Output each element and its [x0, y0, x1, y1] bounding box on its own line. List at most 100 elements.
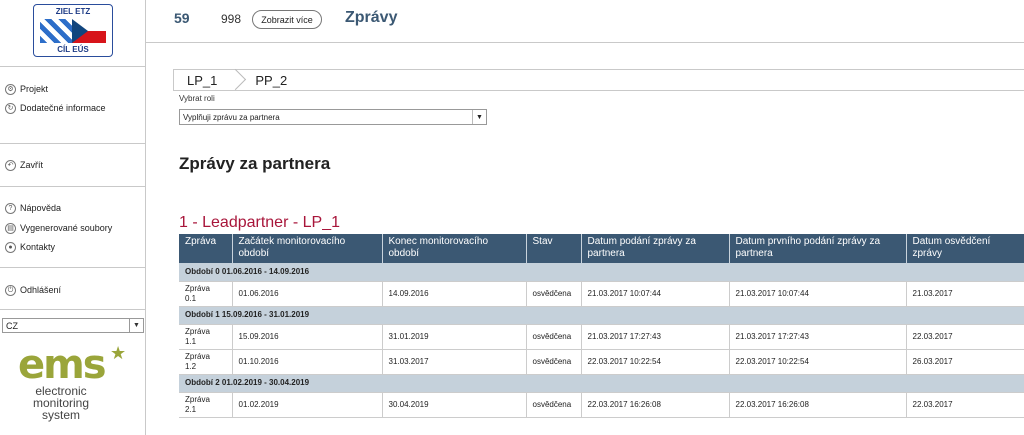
column-header[interactable]: Zpráva — [179, 234, 233, 263]
language-select[interactable]: CZ ▼ — [2, 318, 144, 333]
period-label: Období 2 01.02.2019 - 30.04.2019 — [179, 374, 1024, 393]
sidebar-item-label: Nápověda — [20, 203, 62, 213]
period-row: Období 2 01.02.2019 - 30.04.2019 — [179, 374, 1024, 393]
sidebar-item-label: Kontakty — [20, 242, 56, 252]
sidebar-divider — [0, 309, 145, 310]
status-cell: osvědčena — [526, 392, 582, 418]
table-row[interactable]: Zpráva 1.1 15.09.2016 31.01.2019 osvědčen… — [179, 324, 1024, 350]
period-label: Období 1 15.09.2016 - 31.01.2019 — [179, 306, 1024, 325]
table-header-row: Zpráva Začátek monitorovacího období Kon… — [179, 234, 1024, 263]
breadcrumb: LP_1 PP_2 — [173, 69, 1024, 91]
end-cell: 30.04.2019 — [382, 392, 527, 418]
sidebar-divider — [0, 267, 145, 268]
sidebar-item-label: Vygenerované soubory — [20, 223, 113, 233]
certified-cell: 22.03.2017 — [906, 392, 1024, 418]
period-label: Období 0 01.06.2016 - 14.09.2016 — [179, 263, 1024, 282]
report-cell: Zpráva 1.1 — [179, 324, 233, 350]
sidebar-item-kontakty[interactable]: ● Kontakty — [5, 240, 55, 254]
column-header[interactable]: Stav — [526, 234, 582, 263]
column-header[interactable]: Začátek monitorovacího období — [232, 234, 383, 263]
report-cell: Zpráva 0.1 — [179, 281, 233, 307]
sidebar: ZIEL ETZ CÍL EÚS ⚙ Projekt ↻ Dodatečné i… — [0, 0, 146, 435]
submitted-cell: 21.03.2017 17:27:43 — [581, 324, 730, 350]
partner-title: 1 - Leadpartner - LP_1 — [179, 214, 340, 231]
first-submitted-cell: 22.03.2017 16:26:08 — [729, 392, 907, 418]
sidebar-item-zavrit[interactable]: ↶ Zavřít — [5, 158, 43, 172]
first-submitted-cell: 21.03.2017 10:07:44 — [729, 281, 907, 307]
certified-cell: 22.03.2017 — [906, 324, 1024, 350]
start-cell: 01.10.2016 — [232, 349, 383, 375]
file-icon: ▤ — [5, 222, 16, 234]
status-cell: osvědčena — [526, 281, 582, 307]
logo-top-text: ZIEL ETZ — [55, 7, 91, 16]
start-cell: 01.02.2019 — [232, 392, 383, 418]
breadcrumb-item-lp[interactable]: LP_1 — [174, 70, 230, 90]
power-icon: ⏻ — [5, 284, 16, 296]
status-cell: osvědčena — [526, 349, 582, 375]
end-cell: 31.03.2017 — [382, 349, 527, 375]
certified-cell: 21.03.2017 — [906, 281, 1024, 307]
sidebar-item-label: Projekt — [20, 84, 49, 94]
certified-cell: 26.03.2017 — [906, 349, 1024, 375]
submitted-cell: 22.03.2017 16:26:08 — [581, 392, 730, 418]
sidebar-item-odhlaseni[interactable]: ⏻ Odhlášení — [5, 283, 61, 297]
chevron-down-icon: ▼ — [129, 319, 143, 332]
back-icon: ↶ — [5, 159, 16, 171]
breadcrumb-item-pp[interactable]: PP_2 — [242, 70, 300, 90]
table-row[interactable]: Zpráva 0.1 01.06.2016 14.09.2016 osvědčen… — [179, 281, 1024, 307]
role-select[interactable]: Vyplňuji zprávu za partnera ▼ — [179, 109, 487, 125]
column-header[interactable]: Datum osvědčení zprávy — [906, 234, 1024, 263]
sidebar-item-label: Dodatečné informace — [20, 103, 106, 113]
end-cell: 14.09.2016 — [382, 281, 527, 307]
column-header[interactable]: Datum prvního podání zprávy za partnera — [729, 234, 907, 263]
period-row: Období 0 01.06.2016 - 14.09.2016 — [179, 263, 1024, 282]
sidebar-item-dodatecne-informace[interactable]: ↻ Dodatečné informace — [5, 101, 106, 115]
start-cell: 01.06.2016 — [232, 281, 383, 307]
submitted-cell: 21.03.2017 10:07:44 — [581, 281, 730, 307]
language-value: CZ — [6, 320, 18, 331]
show-more-button[interactable]: Zobrazit více — [252, 10, 322, 29]
status-cell: osvědčena — [526, 324, 582, 350]
star-icon: ★ — [110, 343, 127, 363]
ems-line-3: system — [41, 408, 80, 422]
report-cell: Zpráva 2.1 — [179, 392, 233, 418]
project-number: 59 — [174, 10, 190, 26]
chevron-right-icon — [230, 70, 242, 90]
table-row[interactable]: Zpráva 1.2 01.10.2016 31.03.2017 osvědčen… — [179, 349, 1024, 375]
first-submitted-cell: 21.03.2017 17:27:43 — [729, 324, 907, 350]
sidebar-item-label: Zavřít — [20, 160, 44, 170]
sidebar-item-label: Odhlášení — [20, 285, 62, 295]
chevron-down-icon: ▼ — [472, 110, 486, 124]
logo-bottom-text: CÍL EÚS — [57, 45, 89, 54]
role-label: Vybrat roli — [179, 94, 215, 103]
user-icon: ● — [5, 241, 16, 253]
gear-icon: ⚙ — [5, 83, 16, 95]
period-row: Období 1 15.09.2016 - 31.01.2019 — [179, 306, 1024, 325]
sidebar-item-projekt[interactable]: ⚙ Projekt — [5, 82, 48, 96]
help-icon: ? — [5, 202, 16, 214]
czech-flag-icon — [72, 19, 106, 43]
refresh-icon: ↻ — [5, 102, 16, 114]
first-submitted-cell: 22.03.2017 10:22:54 — [729, 349, 907, 375]
sidebar-divider — [0, 186, 145, 187]
ems-logo: ems ★ electronic monitoring system — [18, 343, 130, 435]
reports-table: Zpráva Začátek monitorovacího období Kon… — [179, 234, 1024, 418]
sidebar-item-vygenerovane-soubory[interactable]: ▤ Vygenerované soubory — [5, 221, 112, 235]
submitted-cell: 22.03.2017 10:22:54 — [581, 349, 730, 375]
section-title: Zprávy za partnera — [179, 154, 331, 173]
column-header[interactable]: Konec monitorovacího období — [382, 234, 527, 263]
end-cell: 31.01.2019 — [382, 324, 527, 350]
report-cell: Zpráva 1.2 — [179, 349, 233, 375]
column-header[interactable]: Datum podání zprávy za partnera — [581, 234, 730, 263]
page-title: Zprávy — [345, 9, 398, 26]
sidebar-divider — [0, 66, 145, 67]
start-cell: 15.09.2016 — [232, 324, 383, 350]
project-logo[interactable]: ZIEL ETZ CÍL EÚS — [33, 4, 113, 57]
main-content: LP_1 PP_2 Vybrat roli Vyplňuji zprávu za… — [146, 42, 1024, 435]
table-row[interactable]: Zpráva 2.1 01.02.2019 30.04.2019 osvědčen… — [179, 392, 1024, 418]
project-id: 998 — [221, 12, 242, 26]
sidebar-divider — [0, 143, 145, 144]
sidebar-item-napoveda[interactable]: ? Nápověda — [5, 201, 61, 215]
role-value: Vyplňuji zprávu za partnera — [183, 112, 280, 122]
bavaria-flag-icon — [40, 19, 74, 43]
